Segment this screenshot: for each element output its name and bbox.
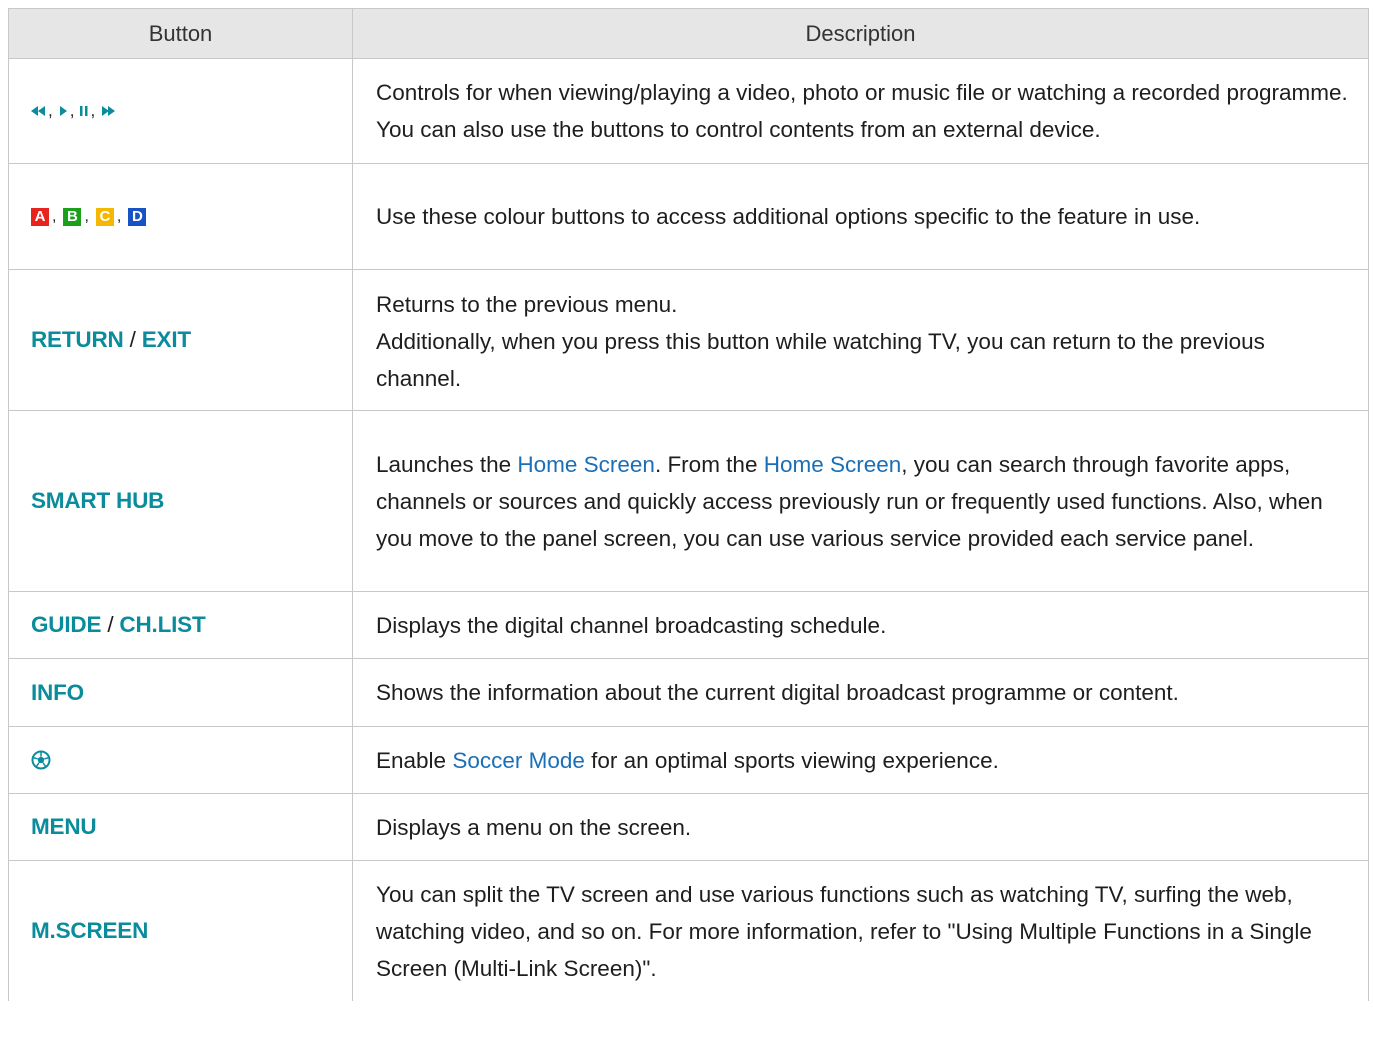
- playback-description: Controls for when viewing/playing a vide…: [353, 59, 1369, 164]
- info-description: Shows the information about the current …: [353, 659, 1369, 727]
- mscreen-description: You can split the TV screen and use vari…: [353, 861, 1369, 1001]
- table-row: INFO Shows the information about the cur…: [9, 659, 1369, 727]
- table-row: SMART HUB Launches the Home Screen. From…: [9, 411, 1369, 592]
- home-screen-link: Home Screen: [763, 451, 902, 477]
- return-exit-cell: RETURN / EXIT: [9, 270, 353, 411]
- exit-label: EXIT: [141, 327, 191, 352]
- color-key-d-icon: D: [128, 207, 147, 226]
- soccer-description: Enable Soccer Mode for an optimal sports…: [353, 727, 1369, 794]
- table-row: , , , Controls for when viewing/playing …: [9, 59, 1369, 164]
- table-row: M.SCREEN You can split the TV screen and…: [9, 861, 1369, 1001]
- remote-buttons-table: Button Description , , , Controls for wh…: [8, 8, 1369, 1001]
- smart-hub-cell: SMART HUB: [9, 411, 353, 592]
- soccer-cell: [9, 727, 353, 794]
- info-cell: INFO: [9, 659, 353, 727]
- return-label: RETURN: [31, 327, 124, 352]
- menu-cell: MENU: [9, 794, 353, 861]
- color-key-a-icon: A: [31, 207, 49, 226]
- header-description: Description: [353, 9, 1369, 59]
- guide-description: Displays the digital channel broadcastin…: [353, 592, 1369, 659]
- color-key-b-icon: B: [63, 207, 82, 226]
- smart-hub-description: Launches the Home Screen. From the Home …: [353, 411, 1369, 592]
- table-row: MENU Displays a menu on the screen.: [9, 794, 1369, 861]
- fast-forward-icon: [102, 106, 116, 116]
- menu-description: Displays a menu on the screen.: [353, 794, 1369, 861]
- return-exit-description: Returns to the previous menu. Additional…: [353, 270, 1369, 411]
- playback-buttons-cell: , , ,: [9, 59, 353, 164]
- header-button: Button: [9, 9, 353, 59]
- soccer-ball-icon: [31, 750, 51, 770]
- table-row: Enable Soccer Mode for an optimal sports…: [9, 727, 1369, 794]
- soccer-mode-link: Soccer Mode: [452, 747, 585, 773]
- color-keys-cell: A, B, C, D: [9, 164, 353, 270]
- color-keys-description: Use these colour buttons to access addit…: [353, 164, 1369, 270]
- table-row: A, B, C, D Use these colour buttons to a…: [9, 164, 1369, 270]
- table-row: RETURN / EXIT Returns to the previous me…: [9, 270, 1369, 411]
- guide-label: GUIDE: [31, 612, 102, 637]
- playback-icons: , , ,: [31, 101, 116, 121]
- guide-chlist-cell: GUIDE / CH.LIST: [9, 592, 353, 659]
- play-icon: [59, 106, 67, 116]
- chlist-label: CH.LIST: [119, 612, 206, 637]
- table-row: GUIDE / CH.LIST Displays the digital cha…: [9, 592, 1369, 659]
- rewind-icon: [31, 106, 45, 116]
- color-key-c-icon: C: [95, 207, 114, 226]
- table-header: Button Description: [9, 9, 1369, 59]
- mscreen-cell: M.SCREEN: [9, 861, 353, 1001]
- pause-icon: [80, 106, 88, 116]
- home-screen-link: Home Screen: [517, 451, 655, 477]
